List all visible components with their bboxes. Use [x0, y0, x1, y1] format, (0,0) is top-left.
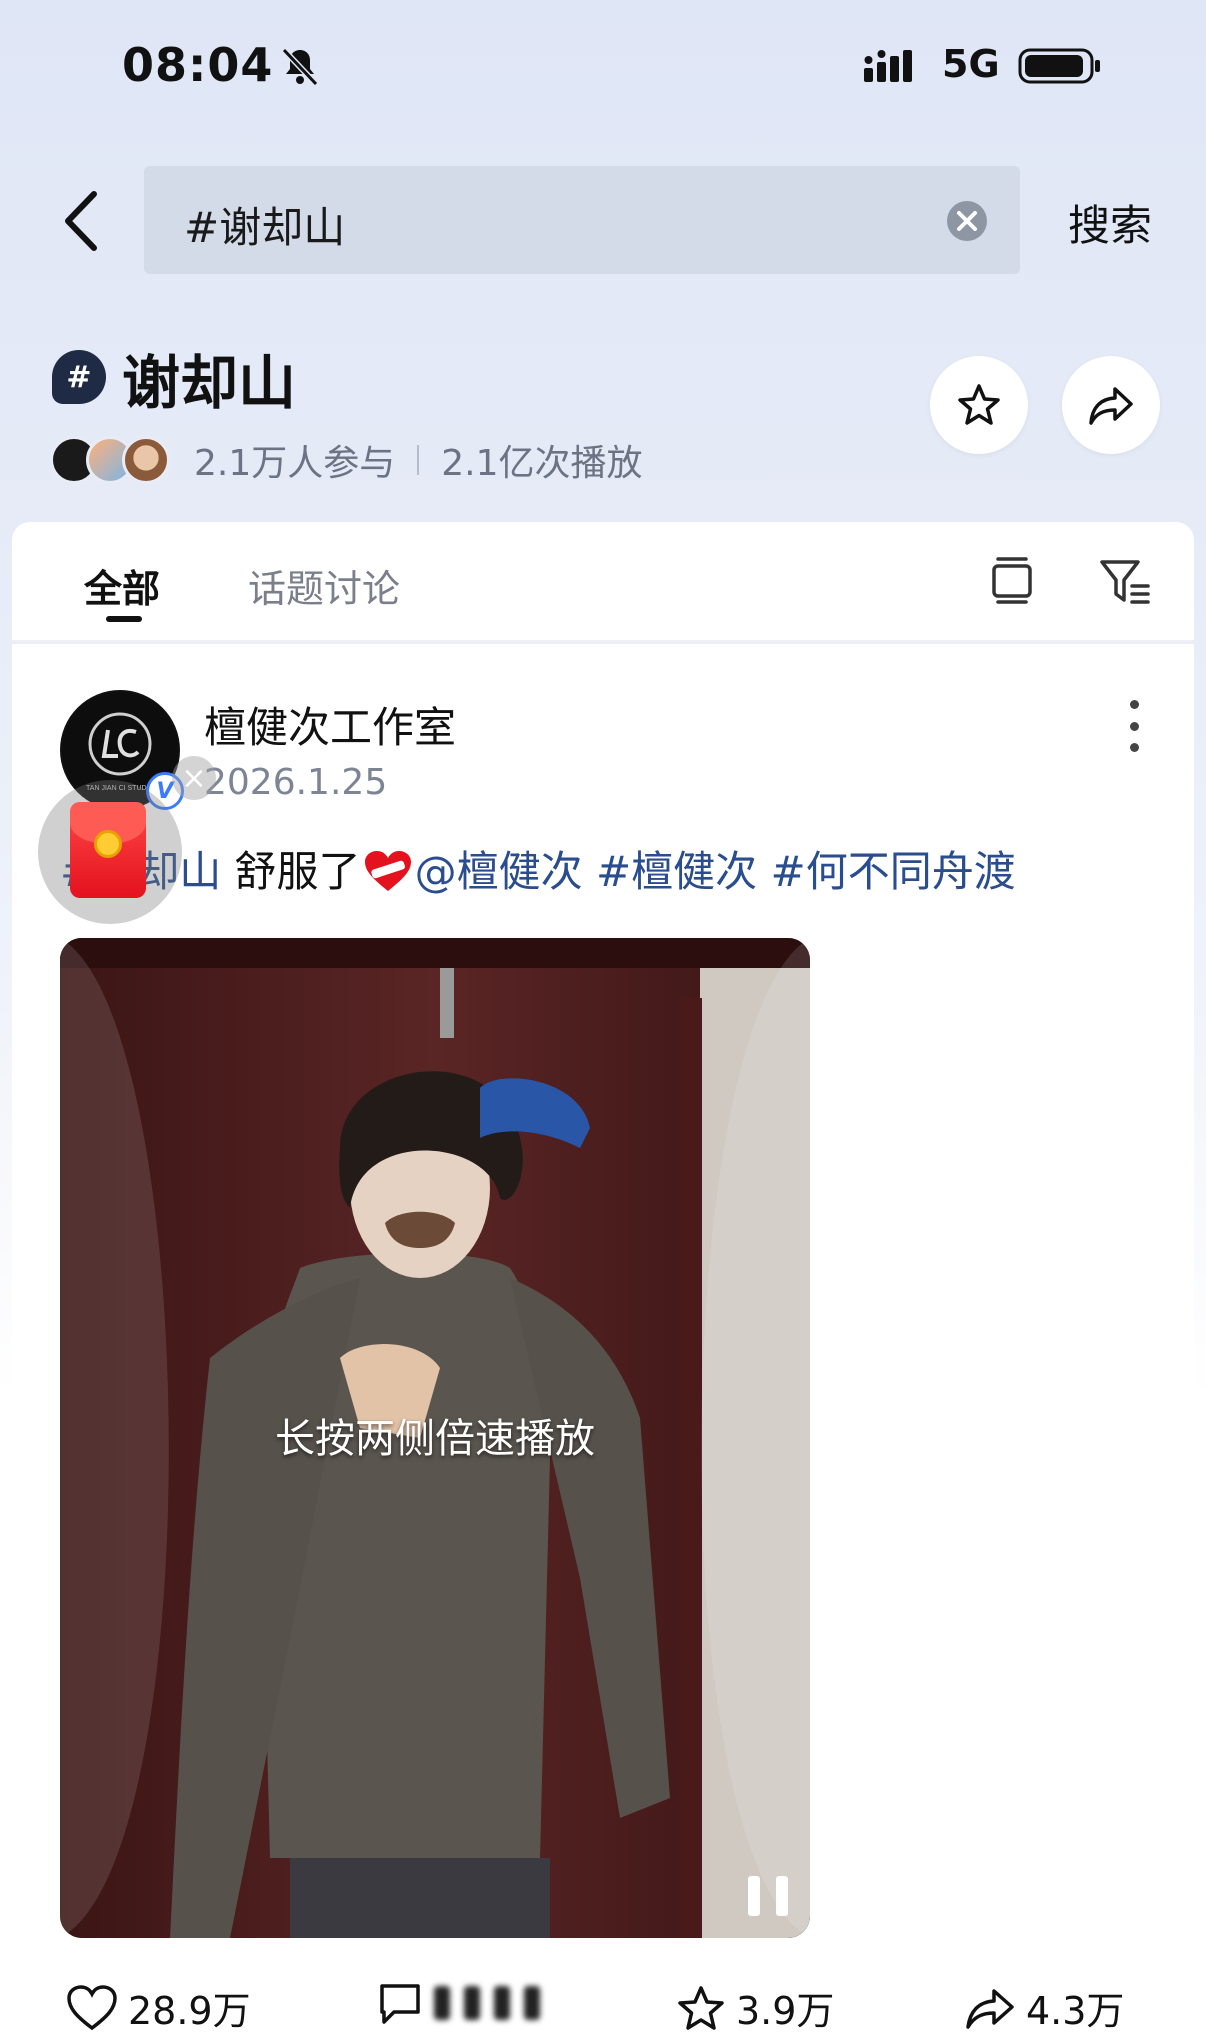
hashtag-link[interactable]: #檀健次	[596, 847, 757, 896]
blur-block	[524, 1986, 540, 2020]
heart-icon	[67, 1984, 117, 2030]
favorite-topic-button[interactable]	[930, 356, 1028, 454]
layout-toggle-icon[interactable]	[988, 554, 1036, 606]
post-text: #谢却山 舒服了 @檀健次 #檀健次 #何不同舟渡	[60, 838, 1016, 899]
post-date: 2026.1.25	[204, 762, 388, 803]
post-card: TAN JIAN CI STUDIO V 檀健次工作室 2026.1.25 #谢…	[12, 644, 1194, 2041]
dot	[1129, 743, 1139, 752]
tab-discussion[interactable]: 话题讨论	[248, 558, 400, 613]
close-icon[interactable]: ×	[172, 756, 216, 800]
mention-link[interactable]: @檀健次	[415, 847, 583, 896]
search-query-text: #谢却山	[184, 203, 346, 252]
topic-header: # 谢却山 2.1万人参与 2.1亿次播放	[0, 330, 1206, 500]
mending-heart-icon	[364, 850, 411, 891]
active-tab-indicator	[106, 616, 142, 622]
video-player[interactable]: 长按两侧倍速播放	[60, 938, 810, 1938]
status-bar: 08:04 5G	[0, 0, 1206, 130]
divider	[417, 445, 420, 475]
favorite-count: 3.9万	[736, 1989, 835, 2033]
status-time: 08:04	[122, 38, 274, 92]
blur-block	[434, 1986, 450, 2020]
avatar	[122, 436, 170, 484]
clear-icon[interactable]	[946, 200, 988, 242]
tab-all[interactable]: 全部	[84, 558, 160, 613]
comment-button[interactable]	[376, 1980, 540, 2026]
search-input[interactable]: #谢却山	[144, 166, 1020, 274]
comment-icon	[380, 1984, 420, 2024]
post-plain-text: 舒服了	[221, 847, 361, 896]
back-button[interactable]	[52, 188, 108, 254]
network-type: 5G	[942, 42, 1000, 86]
share-icon	[966, 1988, 1014, 2029]
red-envelope-icon	[70, 802, 146, 898]
participant-avatars[interactable]	[50, 436, 180, 486]
like-count: 28.9万	[128, 1989, 251, 2033]
star-icon	[958, 384, 1000, 425]
participants-count: 2.1万人参与	[194, 443, 396, 484]
share-icon	[1089, 387, 1133, 425]
video-hint-text: 长按两侧倍速播放	[275, 1416, 595, 1462]
pause-button[interactable]	[748, 1876, 788, 1916]
signal-icon	[864, 50, 912, 82]
pause-bar	[776, 1876, 788, 1916]
share-topic-button[interactable]	[1062, 356, 1160, 454]
bell-off-icon	[281, 47, 319, 87]
tab-bar: 全部 话题讨论	[12, 522, 1194, 642]
topic-stats: 2.1万人参与 2.1亿次播放	[194, 434, 643, 486]
dot	[1129, 700, 1139, 709]
comment-count-obscured	[434, 1986, 540, 2020]
dot	[1129, 721, 1139, 731]
author-name[interactable]: 檀健次工作室	[204, 694, 456, 755]
share-button[interactable]: 4.3万	[964, 1980, 1124, 2035]
pause-bar	[748, 1876, 760, 1916]
chevron-left-icon	[65, 191, 97, 251]
more-options-button[interactable]	[1124, 696, 1144, 756]
blur-block	[464, 1986, 480, 2020]
topic-title: 谢却山	[122, 349, 297, 417]
filter-icon[interactable]	[1098, 556, 1154, 608]
star-icon	[678, 1985, 724, 2030]
like-button[interactable]: 28.9万	[66, 1980, 251, 2035]
search-button[interactable]: 搜索	[1068, 192, 1152, 253]
post-action-bar: 28.9万 3.9万 4.3万	[0, 1980, 1206, 2041]
favorite-button[interactable]: 3.9万	[676, 1980, 834, 2035]
blur-block	[494, 1986, 510, 2020]
coin-icon	[94, 830, 122, 858]
share-count: 4.3万	[1026, 1989, 1125, 2033]
battery-icon	[1018, 48, 1100, 84]
red-packet-float[interactable]	[38, 780, 182, 924]
hashtag-icon: #	[52, 350, 106, 404]
plays-count: 2.1亿次播放	[441, 443, 643, 484]
hashtag-link[interactable]: #何不同舟渡	[771, 847, 1016, 896]
search-header: #谢却山 搜索	[0, 150, 1206, 280]
